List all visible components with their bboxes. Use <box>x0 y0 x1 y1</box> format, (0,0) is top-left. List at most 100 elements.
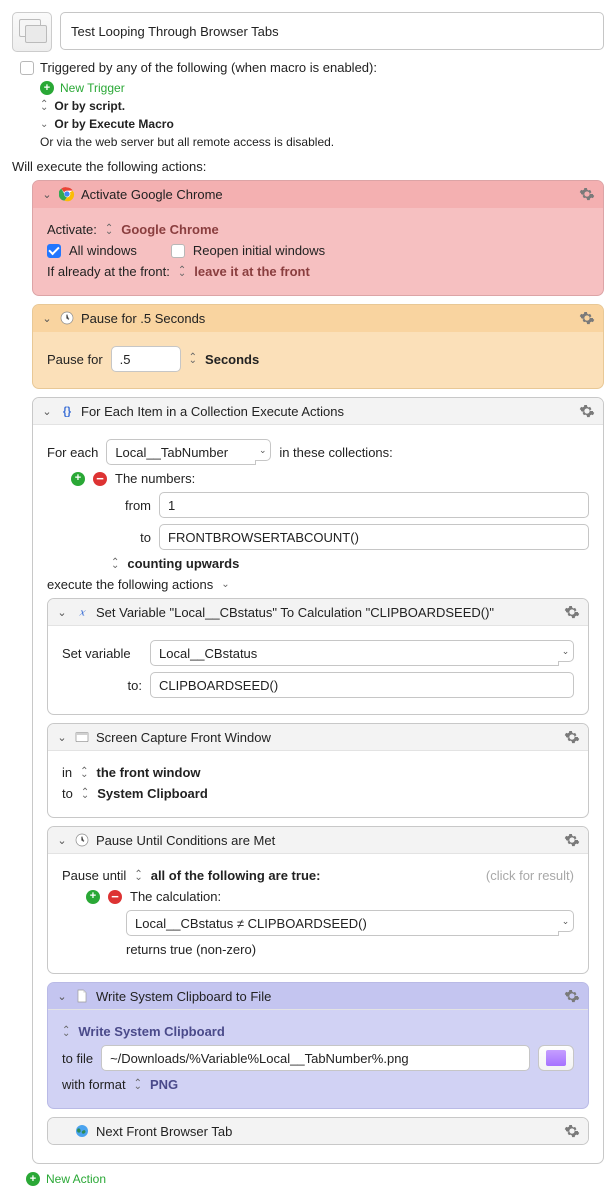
add-icon[interactable]: + <box>86 890 100 904</box>
triggered-checkbox[interactable] <box>20 61 34 75</box>
updown-icon[interactable] <box>81 790 89 798</box>
format-value[interactable]: PNG <box>150 1077 178 1092</box>
front-value[interactable]: leave it at the front <box>194 264 310 279</box>
macro-icon <box>12 12 52 52</box>
or-execute-macro[interactable]: Or by Execute Macro <box>54 117 173 131</box>
action-pause-until[interactable]: ⌄ Pause Until Conditions are Met Pause u… <box>47 826 589 974</box>
disclosure-icon[interactable]: ⌄ <box>56 731 68 744</box>
gear-icon[interactable] <box>564 988 580 1004</box>
svg-text:𝑥: 𝑥 <box>79 607 86 618</box>
macro-title-input[interactable]: Test Looping Through Browser Tabs <box>60 12 604 50</box>
reopen-checkbox[interactable] <box>171 244 185 258</box>
disclosure-icon[interactable]: ⌄ <box>41 405 53 418</box>
reopen-label: Reopen initial windows <box>193 243 325 258</box>
disclosure-icon[interactable]: ⌄ <box>41 188 53 201</box>
all-windows-checkbox[interactable] <box>47 244 61 258</box>
clock-icon <box>74 832 90 848</box>
chrome-icon <box>59 186 75 202</box>
gear-icon[interactable] <box>564 1123 580 1139</box>
add-action-icon[interactable]: + <box>26 1172 40 1186</box>
disclosure-icon[interactable]: ⌄ <box>56 990 68 1003</box>
updown-icon[interactable] <box>111 560 119 568</box>
add-trigger-icon[interactable]: + <box>40 81 54 95</box>
in-value[interactable]: the front window <box>97 765 201 780</box>
updown-icon[interactable] <box>80 769 88 777</box>
action-pause[interactable]: ⌄ Pause for .5 Seconds Pause for .5 Seco… <box>32 304 604 389</box>
in-label: in <box>62 765 72 780</box>
disclosure-icon[interactable]: ⌄ <box>41 312 53 325</box>
action-set-variable[interactable]: ⌄ 𝑥 Set Variable "Local__CBstatus" To Ca… <box>47 598 589 715</box>
gear-icon[interactable] <box>579 403 595 419</box>
tofile-label: to file <box>62 1051 93 1066</box>
activate-label: Activate: <box>47 222 97 237</box>
disclosure-icon[interactable]: ⌄ <box>56 606 68 619</box>
updown-icon[interactable] <box>62 1028 70 1036</box>
svg-text:{}: {} <box>63 405 71 417</box>
pause-until-value[interactable]: all of the following are true: <box>151 868 321 883</box>
chevron-down-icon[interactable]: ⌄ <box>221 579 229 590</box>
updown-icon[interactable] <box>178 268 186 276</box>
updown-icon[interactable] <box>134 1081 142 1089</box>
variable-icon: 𝑥 <box>74 604 90 620</box>
action-write-clipboard[interactable]: ⌄ Write System Clipboard to File Write S… <box>47 982 589 1109</box>
to-value-input[interactable]: FRONTBROWSERTABCOUNT() <box>159 524 589 550</box>
pause-for-label: Pause for <box>47 352 103 367</box>
calc-label: The calculation: <box>130 889 221 904</box>
gear-icon[interactable] <box>564 832 580 848</box>
front-label: If already at the front: <box>47 264 170 279</box>
chevron-down-icon[interactable]: ⌄ <box>40 119 48 130</box>
pause-unit[interactable]: Seconds <box>205 352 259 367</box>
action-for-each[interactable]: ⌄ {} For Each Item in a Collection Execu… <box>32 397 604 1164</box>
new-action-link[interactable]: New Action <box>46 1172 106 1186</box>
dropdown-icon[interactable]: ⌄ <box>558 640 574 662</box>
returns-label: returns true (non-zero) <box>126 942 256 957</box>
disclosure-icon[interactable]: ⌄ <box>56 834 68 847</box>
gear-icon[interactable] <box>579 186 595 202</box>
foreach-label: For each <box>47 445 98 460</box>
click-result-hint[interactable]: (click for result) <box>486 868 574 883</box>
updown-icon[interactable] <box>40 102 48 110</box>
new-trigger-link[interactable]: New Trigger <box>60 81 125 95</box>
action-title: Pause for .5 Seconds <box>81 311 205 326</box>
all-windows-label: All windows <box>69 243 137 258</box>
remove-icon[interactable]: − <box>93 472 107 486</box>
numbers-label: The numbers: <box>115 471 195 486</box>
or-script[interactable]: Or by script. <box>54 99 125 113</box>
action-screen-capture[interactable]: ⌄ Screen Capture Front Window in the fro… <box>47 723 589 818</box>
to-label: to <box>62 786 73 801</box>
to-value-input[interactable]: CLIPBOARDSEED() <box>150 672 574 698</box>
folder-icon <box>546 1050 566 1066</box>
to-label: to: <box>62 678 142 693</box>
from-value-input[interactable]: 1 <box>159 492 589 518</box>
updown-icon[interactable] <box>134 872 142 880</box>
activate-app[interactable]: Google Chrome <box>121 222 219 237</box>
gear-icon[interactable] <box>564 729 580 745</box>
action-title: Write System Clipboard to File <box>96 989 271 1004</box>
window-icon <box>74 729 90 745</box>
dropdown-icon[interactable]: ⌄ <box>255 439 271 461</box>
tofile-input[interactable]: ~/Downloads/%Variable%Local__TabNumber%.… <box>101 1045 530 1071</box>
updown-icon[interactable] <box>189 355 197 363</box>
dropdown-icon[interactable]: ⌄ <box>558 910 574 932</box>
updown-icon[interactable] <box>105 226 113 234</box>
counting-label[interactable]: counting upwards <box>127 556 239 571</box>
add-icon[interactable]: + <box>71 472 85 486</box>
pause-value-input[interactable]: .5 <box>111 346 181 372</box>
globe-icon <box>74 1123 90 1139</box>
calc-value-input[interactable]: Local__CBstatus ≠ CLIPBOARDSEED() <box>126 910 559 936</box>
gear-icon[interactable] <box>579 310 595 326</box>
set-var-input[interactable]: Local__CBstatus <box>150 640 559 666</box>
clock-icon <box>59 310 75 326</box>
to-value[interactable]: System Clipboard <box>97 786 208 801</box>
write-clipboard-label[interactable]: Write System Clipboard <box>78 1024 224 1039</box>
remove-icon[interactable]: − <box>108 890 122 904</box>
gear-icon[interactable] <box>564 604 580 620</box>
foreach-var-input[interactable]: Local__TabNumber <box>106 439 256 465</box>
action-title: Next Front Browser Tab <box>96 1124 232 1139</box>
action-activate-chrome[interactable]: ⌄ Activate Google Chrome Activate: Googl… <box>32 180 604 296</box>
macro-title-text: Test Looping Through Browser Tabs <box>71 24 279 39</box>
action-next-tab[interactable]: ⌄ Next Front Browser Tab <box>47 1117 589 1145</box>
pause-until-label: Pause until <box>62 868 126 883</box>
choose-folder-button[interactable] <box>538 1045 574 1071</box>
from-label: from <box>111 498 151 513</box>
